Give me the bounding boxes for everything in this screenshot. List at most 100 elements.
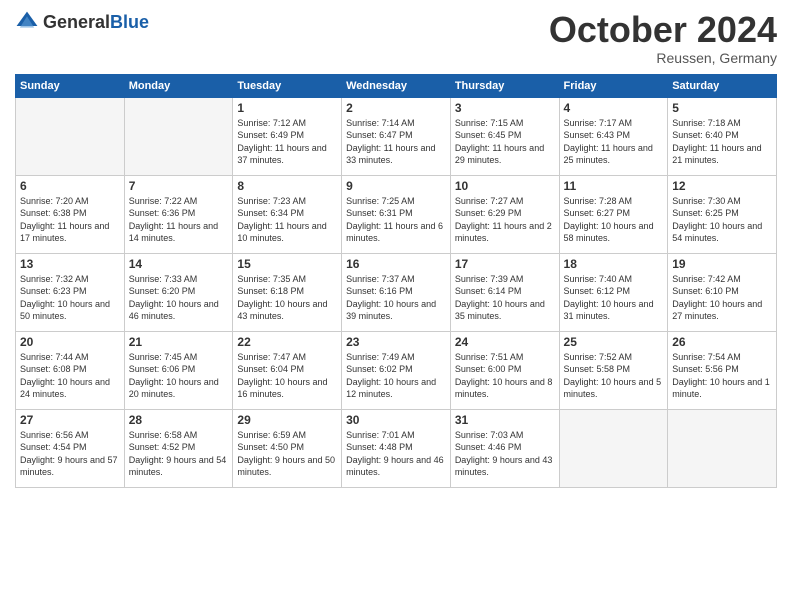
calendar-cell: 24 Sunrise: 7:51 AM Sunset: 6:00 PM Dayli… (450, 331, 559, 409)
day-info: Sunrise: 7:14 AM Sunset: 6:47 PM Dayligh… (346, 117, 446, 167)
calendar-cell (124, 97, 233, 175)
day-number: 21 (129, 335, 229, 349)
day-number: 29 (237, 413, 337, 427)
day-info: Sunrise: 6:59 AM Sunset: 4:50 PM Dayligh… (237, 429, 337, 479)
calendar-cell: 22Sunrise: 7:47 AM Sunset: 6:04 PM Dayli… (233, 331, 342, 409)
header: GeneralBlue October 2024 Reussen, German… (15, 10, 777, 66)
day-info: Sunrise: 7:52 AM Sunset: 5:58 PM Dayligh… (564, 351, 664, 401)
header-monday: Monday (124, 74, 233, 97)
calendar-cell: 15Sunrise: 7:35 AM Sunset: 6:18 PM Dayli… (233, 253, 342, 331)
day-info: Sunrise: 7:45 AM Sunset: 6:06 PM Dayligh… (129, 351, 229, 401)
weekday-header-row: Sunday Monday Tuesday Wednesday Thursday… (16, 74, 777, 97)
header-tuesday: Tuesday (233, 74, 342, 97)
day-info: Sunrise: 7:22 AM Sunset: 6:36 PM Dayligh… (129, 195, 229, 245)
day-info: Sunrise: 7:42 AM Sunset: 6:10 PM Dayligh… (672, 273, 772, 323)
day-info: Sunrise: 7:33 AM Sunset: 6:20 PM Dayligh… (129, 273, 229, 323)
day-number: 1 (237, 101, 337, 115)
day-info: Sunrise: 7:44 AM Sunset: 6:08 PM Dayligh… (20, 351, 120, 401)
calendar-week-row: 1 Sunrise: 7:12 AM Sunset: 6:49 PM Daylig… (16, 97, 777, 175)
day-number: 25 (564, 335, 664, 349)
title-area: October 2024 Reussen, Germany (549, 10, 777, 66)
calendar-cell: 17 Sunrise: 7:39 AM Sunset: 6:14 PM Dayli… (450, 253, 559, 331)
day-number: 9 (346, 179, 446, 193)
day-info: Sunrise: 7:54 AM Sunset: 5:56 PM Dayligh… (672, 351, 772, 401)
calendar-cell: 23 Sunrise: 7:49 AM Sunset: 6:02 PM Dayli… (342, 331, 451, 409)
calendar-cell (668, 409, 777, 487)
calendar-cell: 16 Sunrise: 7:37 AM Sunset: 6:16 PM Dayli… (342, 253, 451, 331)
logo-icon (15, 10, 39, 34)
header-thursday: Thursday (450, 74, 559, 97)
day-info: Sunrise: 7:25 AM Sunset: 6:31 PM Dayligh… (346, 195, 446, 245)
day-info: Sunrise: 7:03 AM Sunset: 4:46 PM Dayligh… (455, 429, 555, 479)
location-subtitle: Reussen, Germany (549, 50, 777, 66)
day-number: 11 (564, 179, 664, 193)
day-number: 18 (564, 257, 664, 271)
day-number: 30 (346, 413, 446, 427)
calendar-cell: 12 Sunrise: 7:30 AM Sunset: 6:25 PM Dayli… (668, 175, 777, 253)
day-number: 8 (237, 179, 337, 193)
month-title: October 2024 (549, 10, 777, 50)
day-number: 24 (455, 335, 555, 349)
day-info: Sunrise: 7:37 AM Sunset: 6:16 PM Dayligh… (346, 273, 446, 323)
calendar-week-row: 13Sunrise: 7:32 AM Sunset: 6:23 PM Dayli… (16, 253, 777, 331)
day-info: Sunrise: 7:01 AM Sunset: 4:48 PM Dayligh… (346, 429, 446, 479)
day-number: 27 (20, 413, 120, 427)
header-wednesday: Wednesday (342, 74, 451, 97)
calendar-cell: 21 Sunrise: 7:45 AM Sunset: 6:06 PM Dayli… (124, 331, 233, 409)
calendar-table: Sunday Monday Tuesday Wednesday Thursday… (15, 74, 777, 488)
day-info: Sunrise: 7:49 AM Sunset: 6:02 PM Dayligh… (346, 351, 446, 401)
calendar-cell: 31Sunrise: 7:03 AM Sunset: 4:46 PM Dayli… (450, 409, 559, 487)
day-number: 6 (20, 179, 120, 193)
day-info: Sunrise: 7:18 AM Sunset: 6:40 PM Dayligh… (672, 117, 772, 167)
calendar-cell: 8 Sunrise: 7:23 AM Sunset: 6:34 PM Daylig… (233, 175, 342, 253)
calendar-cell: 26 Sunrise: 7:54 AM Sunset: 5:56 PM Dayli… (668, 331, 777, 409)
calendar-cell: 27 Sunrise: 6:56 AM Sunset: 4:54 PM Dayli… (16, 409, 125, 487)
calendar-cell: 11Sunrise: 7:28 AM Sunset: 6:27 PM Dayli… (559, 175, 668, 253)
day-number: 12 (672, 179, 772, 193)
calendar-cell: 25 Sunrise: 7:52 AM Sunset: 5:58 PM Dayli… (559, 331, 668, 409)
day-number: 4 (564, 101, 664, 115)
day-info: Sunrise: 7:23 AM Sunset: 6:34 PM Dayligh… (237, 195, 337, 245)
day-number: 15 (237, 257, 337, 271)
calendar-week-row: 20 Sunrise: 7:44 AM Sunset: 6:08 PM Dayli… (16, 331, 777, 409)
day-info: Sunrise: 7:27 AM Sunset: 6:29 PM Dayligh… (455, 195, 555, 245)
calendar-week-row: 27 Sunrise: 6:56 AM Sunset: 4:54 PM Dayli… (16, 409, 777, 487)
calendar-cell: 18 Sunrise: 7:40 AM Sunset: 6:12 PM Dayli… (559, 253, 668, 331)
day-info: Sunrise: 6:56 AM Sunset: 4:54 PM Dayligh… (20, 429, 120, 479)
day-number: 2 (346, 101, 446, 115)
calendar-cell (559, 409, 668, 487)
calendar-cell: 2 Sunrise: 7:14 AM Sunset: 6:47 PM Daylig… (342, 97, 451, 175)
calendar-cell: 5 Sunrise: 7:18 AM Sunset: 6:40 PM Daylig… (668, 97, 777, 175)
day-info: Sunrise: 7:20 AM Sunset: 6:38 PM Dayligh… (20, 195, 120, 245)
day-number: 3 (455, 101, 555, 115)
calendar-cell: 6 Sunrise: 7:20 AM Sunset: 6:38 PM Daylig… (16, 175, 125, 253)
day-number: 17 (455, 257, 555, 271)
day-number: 26 (672, 335, 772, 349)
day-info: Sunrise: 7:39 AM Sunset: 6:14 PM Dayligh… (455, 273, 555, 323)
day-number: 5 (672, 101, 772, 115)
day-number: 28 (129, 413, 229, 427)
calendar-cell: 9 Sunrise: 7:25 AM Sunset: 6:31 PM Daylig… (342, 175, 451, 253)
calendar-cell: 7Sunrise: 7:22 AM Sunset: 6:36 PM Daylig… (124, 175, 233, 253)
day-number: 23 (346, 335, 446, 349)
calendar-cell: 1 Sunrise: 7:12 AM Sunset: 6:49 PM Daylig… (233, 97, 342, 175)
calendar-cell: 28 Sunrise: 6:58 AM Sunset: 4:52 PM Dayli… (124, 409, 233, 487)
day-number: 16 (346, 257, 446, 271)
calendar-cell: 19Sunrise: 7:42 AM Sunset: 6:10 PM Dayli… (668, 253, 777, 331)
day-number: 20 (20, 335, 120, 349)
day-info: Sunrise: 7:30 AM Sunset: 6:25 PM Dayligh… (672, 195, 772, 245)
day-info: Sunrise: 7:40 AM Sunset: 6:12 PM Dayligh… (564, 273, 664, 323)
calendar-cell: 13Sunrise: 7:32 AM Sunset: 6:23 PM Dayli… (16, 253, 125, 331)
day-info: Sunrise: 7:51 AM Sunset: 6:00 PM Dayligh… (455, 351, 555, 401)
calendar-cell: 3Sunrise: 7:15 AM Sunset: 6:45 PM Daylig… (450, 97, 559, 175)
calendar-cell: 14 Sunrise: 7:33 AM Sunset: 6:20 PM Dayli… (124, 253, 233, 331)
day-number: 10 (455, 179, 555, 193)
day-info: Sunrise: 7:32 AM Sunset: 6:23 PM Dayligh… (20, 273, 120, 323)
day-number: 14 (129, 257, 229, 271)
calendar-cell: 10 Sunrise: 7:27 AM Sunset: 6:29 PM Dayli… (450, 175, 559, 253)
calendar-cell: 30 Sunrise: 7:01 AM Sunset: 4:48 PM Dayli… (342, 409, 451, 487)
logo: GeneralBlue (15, 10, 149, 34)
day-info: Sunrise: 6:58 AM Sunset: 4:52 PM Dayligh… (129, 429, 229, 479)
calendar-cell: 20 Sunrise: 7:44 AM Sunset: 6:08 PM Dayli… (16, 331, 125, 409)
day-info: Sunrise: 7:12 AM Sunset: 6:49 PM Dayligh… (237, 117, 337, 167)
